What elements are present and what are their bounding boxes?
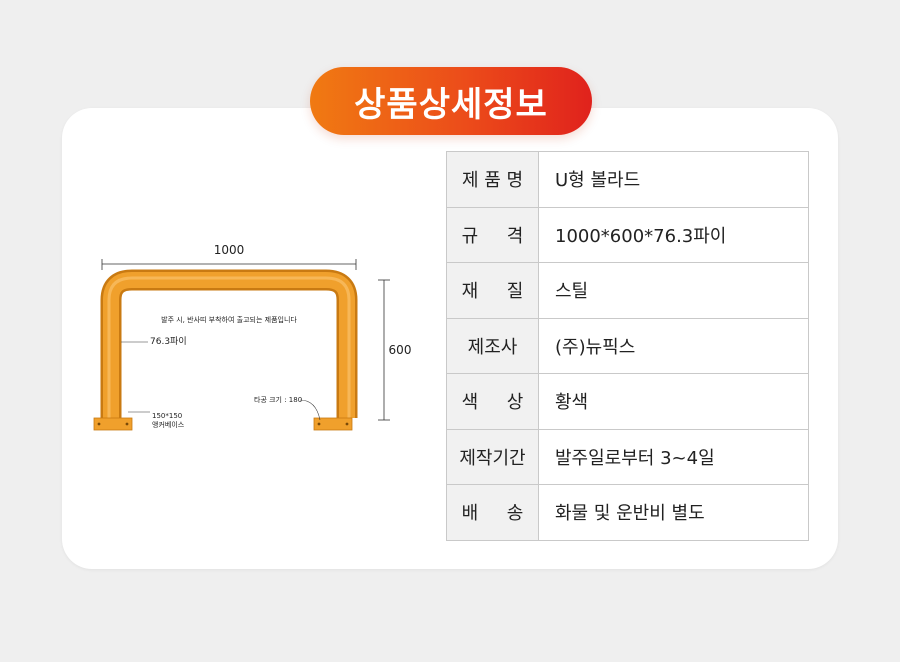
table-row: 제작기간 발주일로부터 3~4일: [446, 428, 809, 485]
table-row: 배 송 화물 및 운반비 별도: [446, 484, 809, 541]
base-size-label: 150*150: [152, 412, 182, 420]
table-row: 제조사 (주)뉴픽스: [446, 317, 809, 374]
spec-value: 황색: [538, 373, 809, 430]
width-label: 1000: [214, 243, 245, 257]
spec-value: (주)뉴픽스: [538, 317, 809, 374]
table-row: 제 품 명 U형 볼라드: [446, 151, 809, 208]
table-row: 규 격 1000*600*76.3파이: [446, 206, 809, 263]
reflector-note: 발주 시, 반사띠 부착하여 출고되는 제품입니다: [161, 315, 297, 324]
section-title: 상품상세정보: [310, 67, 592, 135]
spec-value: U형 볼라드: [538, 151, 809, 208]
spec-key: 재 질: [446, 262, 539, 319]
spec-value: 1000*600*76.3파이: [538, 206, 809, 263]
pipe-diameter-label: 76.3파이: [150, 336, 187, 347]
spec-key: 규 격: [446, 206, 539, 263]
u-bollard-pipe: [100, 269, 358, 418]
height-label: 600: [389, 343, 412, 357]
spec-key: 제작기간: [446, 428, 539, 485]
table-row: 색 상 황색: [446, 373, 809, 430]
spec-key: 제조사: [446, 317, 539, 374]
product-drawing: 1000 600 발주 시, 반사띠 부착하여 출고되는 제품입니다 76.3파…: [90, 240, 430, 440]
spec-key: 배 송: [446, 484, 539, 541]
spec-value: 스틸: [538, 262, 809, 319]
spec-table: 제 품 명 U형 볼라드 규 격 1000*600*76.3파이 재 질 스틸 …: [446, 151, 809, 541]
table-row: 재 질 스틸: [446, 262, 809, 319]
spec-key: 제 품 명: [446, 151, 539, 208]
spec-value: 발주일로부터 3~4일: [538, 428, 809, 485]
base-type-label: 앵커베이스: [152, 420, 185, 429]
spec-key: 색 상: [446, 373, 539, 430]
hole-size-label: 타공 크기 : 180: [254, 395, 302, 404]
spec-value: 화물 및 운반비 별도: [538, 484, 809, 541]
